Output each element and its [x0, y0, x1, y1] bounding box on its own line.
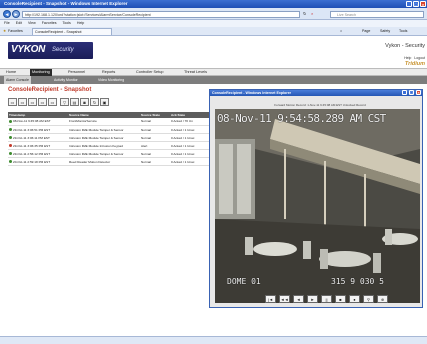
- menu-help[interactable]: Help: [77, 21, 84, 25]
- help-link[interactable]: Help: [404, 56, 411, 60]
- popup-minimize-button[interactable]: _: [402, 90, 407, 95]
- window-title-bar: ConsoleRecipient - Snapshot - Windows In…: [0, 0, 427, 8]
- menu-favorites[interactable]: Favorites: [42, 21, 57, 25]
- table-row[interactable]: 20-Oct-11 2:59:18 PM EST Reed Reader Mot…: [8, 157, 211, 166]
- forward-arrow-icon[interactable]: ►: [12, 10, 20, 18]
- vykon-logo: VYKON Security: [8, 42, 93, 59]
- play-icon[interactable]: ►: [307, 295, 318, 303]
- app-title: Vykon - Security: [385, 43, 425, 49]
- browser-status-bar: [0, 336, 427, 344]
- subnav-activity-monitor[interactable]: Activity Monitor: [52, 76, 80, 84]
- toolbar-page[interactable]: Page: [362, 27, 370, 36]
- alarm-icon: [9, 136, 12, 140]
- home-icon[interactable]: ⌂: [340, 27, 342, 36]
- maximize-button[interactable]: □: [413, 1, 419, 7]
- subnav-video-monitoring[interactable]: Video Monitoring: [96, 76, 126, 84]
- camera-code: 315 9 030 5: [331, 277, 384, 286]
- table-row[interactable]: 29-Oct-11 3:06:51 PM EST Intrusion R2E M…: [8, 125, 211, 134]
- step-back-icon[interactable]: ◄: [293, 295, 304, 303]
- main-nav: Home Monitoring Personnel Reports Contro…: [0, 68, 427, 77]
- stop-icon[interactable]: ×: [311, 11, 313, 16]
- pause-icon[interactable]: ||: [321, 295, 332, 303]
- browser-tab[interactable]: ConsoleRecipient - Snapshot: [32, 28, 112, 35]
- browser-tab-label: ConsoleRecipient - Snapshot: [35, 30, 82, 34]
- menu-bar: File Edit View Favorites Tools Help: [0, 20, 427, 27]
- logo-text: VYKON: [11, 44, 46, 55]
- ack-icon[interactable]: ▭: [28, 98, 37, 106]
- record-icon[interactable]: ●: [349, 295, 360, 303]
- camera-name: DOME 01: [227, 277, 261, 286]
- menu-view[interactable]: View: [28, 21, 36, 25]
- logout-link[interactable]: Logout: [414, 56, 425, 60]
- video-icon[interactable]: ▣: [100, 98, 109, 106]
- silence-icon[interactable]: ▭: [38, 98, 47, 106]
- address-bar-row: ◄ ► http://192.168.1.120/ord?station:|sl…: [0, 8, 427, 20]
- select-all-icon[interactable]: ▭: [8, 98, 17, 106]
- popup-title: ConsoleRecipient - Windows Internet Expl…: [212, 91, 292, 95]
- camera-view[interactable]: 08-Nov-11 9:54:58.289 AM CST DOME 01 315…: [215, 109, 420, 303]
- close-button[interactable]: ×: [420, 1, 426, 7]
- favorites-star-icon[interactable]: ★: [3, 27, 6, 36]
- tridium-logo: Tridium: [404, 61, 425, 67]
- popup-close-button[interactable]: ×: [416, 90, 421, 95]
- menu-file[interactable]: File: [4, 21, 10, 25]
- filter-icon[interactable]: ▽: [60, 98, 69, 106]
- alarm-icon: [9, 128, 12, 132]
- print-icon[interactable]: ▤: [70, 98, 79, 106]
- window-title: ConsoleRecipient - Snapshot - Windows In…: [4, 1, 128, 6]
- address-input[interactable]: http://192.168.1.120/ord?station:|slot:/…: [22, 10, 300, 18]
- camera-icon[interactable]: ◙: [80, 98, 89, 106]
- search-icon[interactable]: ⚲: [363, 295, 374, 303]
- toolbar-safety[interactable]: Safety: [380, 27, 390, 36]
- app-header: VYKON Security Vykon - Security Help Log…: [0, 36, 427, 68]
- popup-maximize-button[interactable]: □: [409, 90, 414, 95]
- alarm-table: Timestamp Source Name Source State Ack S…: [8, 112, 211, 166]
- page-title: ConsoleRecipient - Snapshot: [8, 87, 92, 93]
- logo-subtext: Security: [52, 46, 74, 53]
- refresh-icon[interactable]: ↻: [303, 11, 306, 16]
- table-row[interactable]: 29-Oct-11 3:06:11 PM EST Intrusion R2E M…: [8, 133, 211, 142]
- alarm-icon: [9, 144, 12, 148]
- stream-label: Forward Motion Record: 1-Nov-11 9:45:08 …: [274, 103, 366, 107]
- subnav-alarm-console[interactable]: Alarm Console: [4, 76, 31, 84]
- toolbar-tools[interactable]: Tools: [399, 27, 407, 36]
- rewind-icon[interactable]: ◄◄: [279, 295, 290, 303]
- alarm-icon: [9, 160, 12, 164]
- clear-icon[interactable]: ▭: [18, 98, 27, 106]
- browser-tab-row: ★ Favorites ConsoleRecipient - Snapshot …: [0, 27, 427, 36]
- popup-title-bar[interactable]: ConsoleRecipient - Windows Internet Expl…: [210, 90, 422, 96]
- video-popup-window[interactable]: ConsoleRecipient - Windows Internet Expl…: [209, 89, 423, 308]
- refresh-icon[interactable]: ↻: [90, 98, 99, 106]
- table-row[interactable]: 29-Oct-11 2:56:12 PM EST Intrusion R2E M…: [8, 149, 211, 158]
- header-links: Help Logout: [404, 56, 425, 60]
- camera-image: [215, 109, 420, 303]
- search-input[interactable]: Live Search: [330, 10, 424, 18]
- minimize-button[interactable]: _: [406, 1, 412, 7]
- back-arrow-icon[interactable]: ◄: [3, 10, 11, 18]
- favorites-button[interactable]: Favorites: [8, 27, 23, 36]
- stop-icon[interactable]: ■: [335, 295, 346, 303]
- notes-icon[interactable]: ▭: [48, 98, 57, 106]
- alarm-icon: [9, 152, 12, 156]
- skip-back-icon[interactable]: |◄: [265, 295, 276, 303]
- table-row[interactable]: 29-Oct-11 3:06:35 PM EST Intrusion R2E M…: [8, 141, 211, 150]
- zoom-icon[interactable]: ⊕: [377, 295, 388, 303]
- menu-edit[interactable]: Edit: [16, 21, 22, 25]
- menu-tools[interactable]: Tools: [62, 21, 70, 25]
- alarm-icon: [9, 119, 12, 123]
- sub-nav: Alarm Console Activity Monitor Video Mon…: [0, 76, 427, 84]
- camera-timestamp: 08-Nov-11 9:54:58.289 AM CST: [217, 112, 386, 125]
- table-row[interactable]: 08-Nov-11 9:45:08 AM EST FrontMonitorSer…: [8, 117, 211, 126]
